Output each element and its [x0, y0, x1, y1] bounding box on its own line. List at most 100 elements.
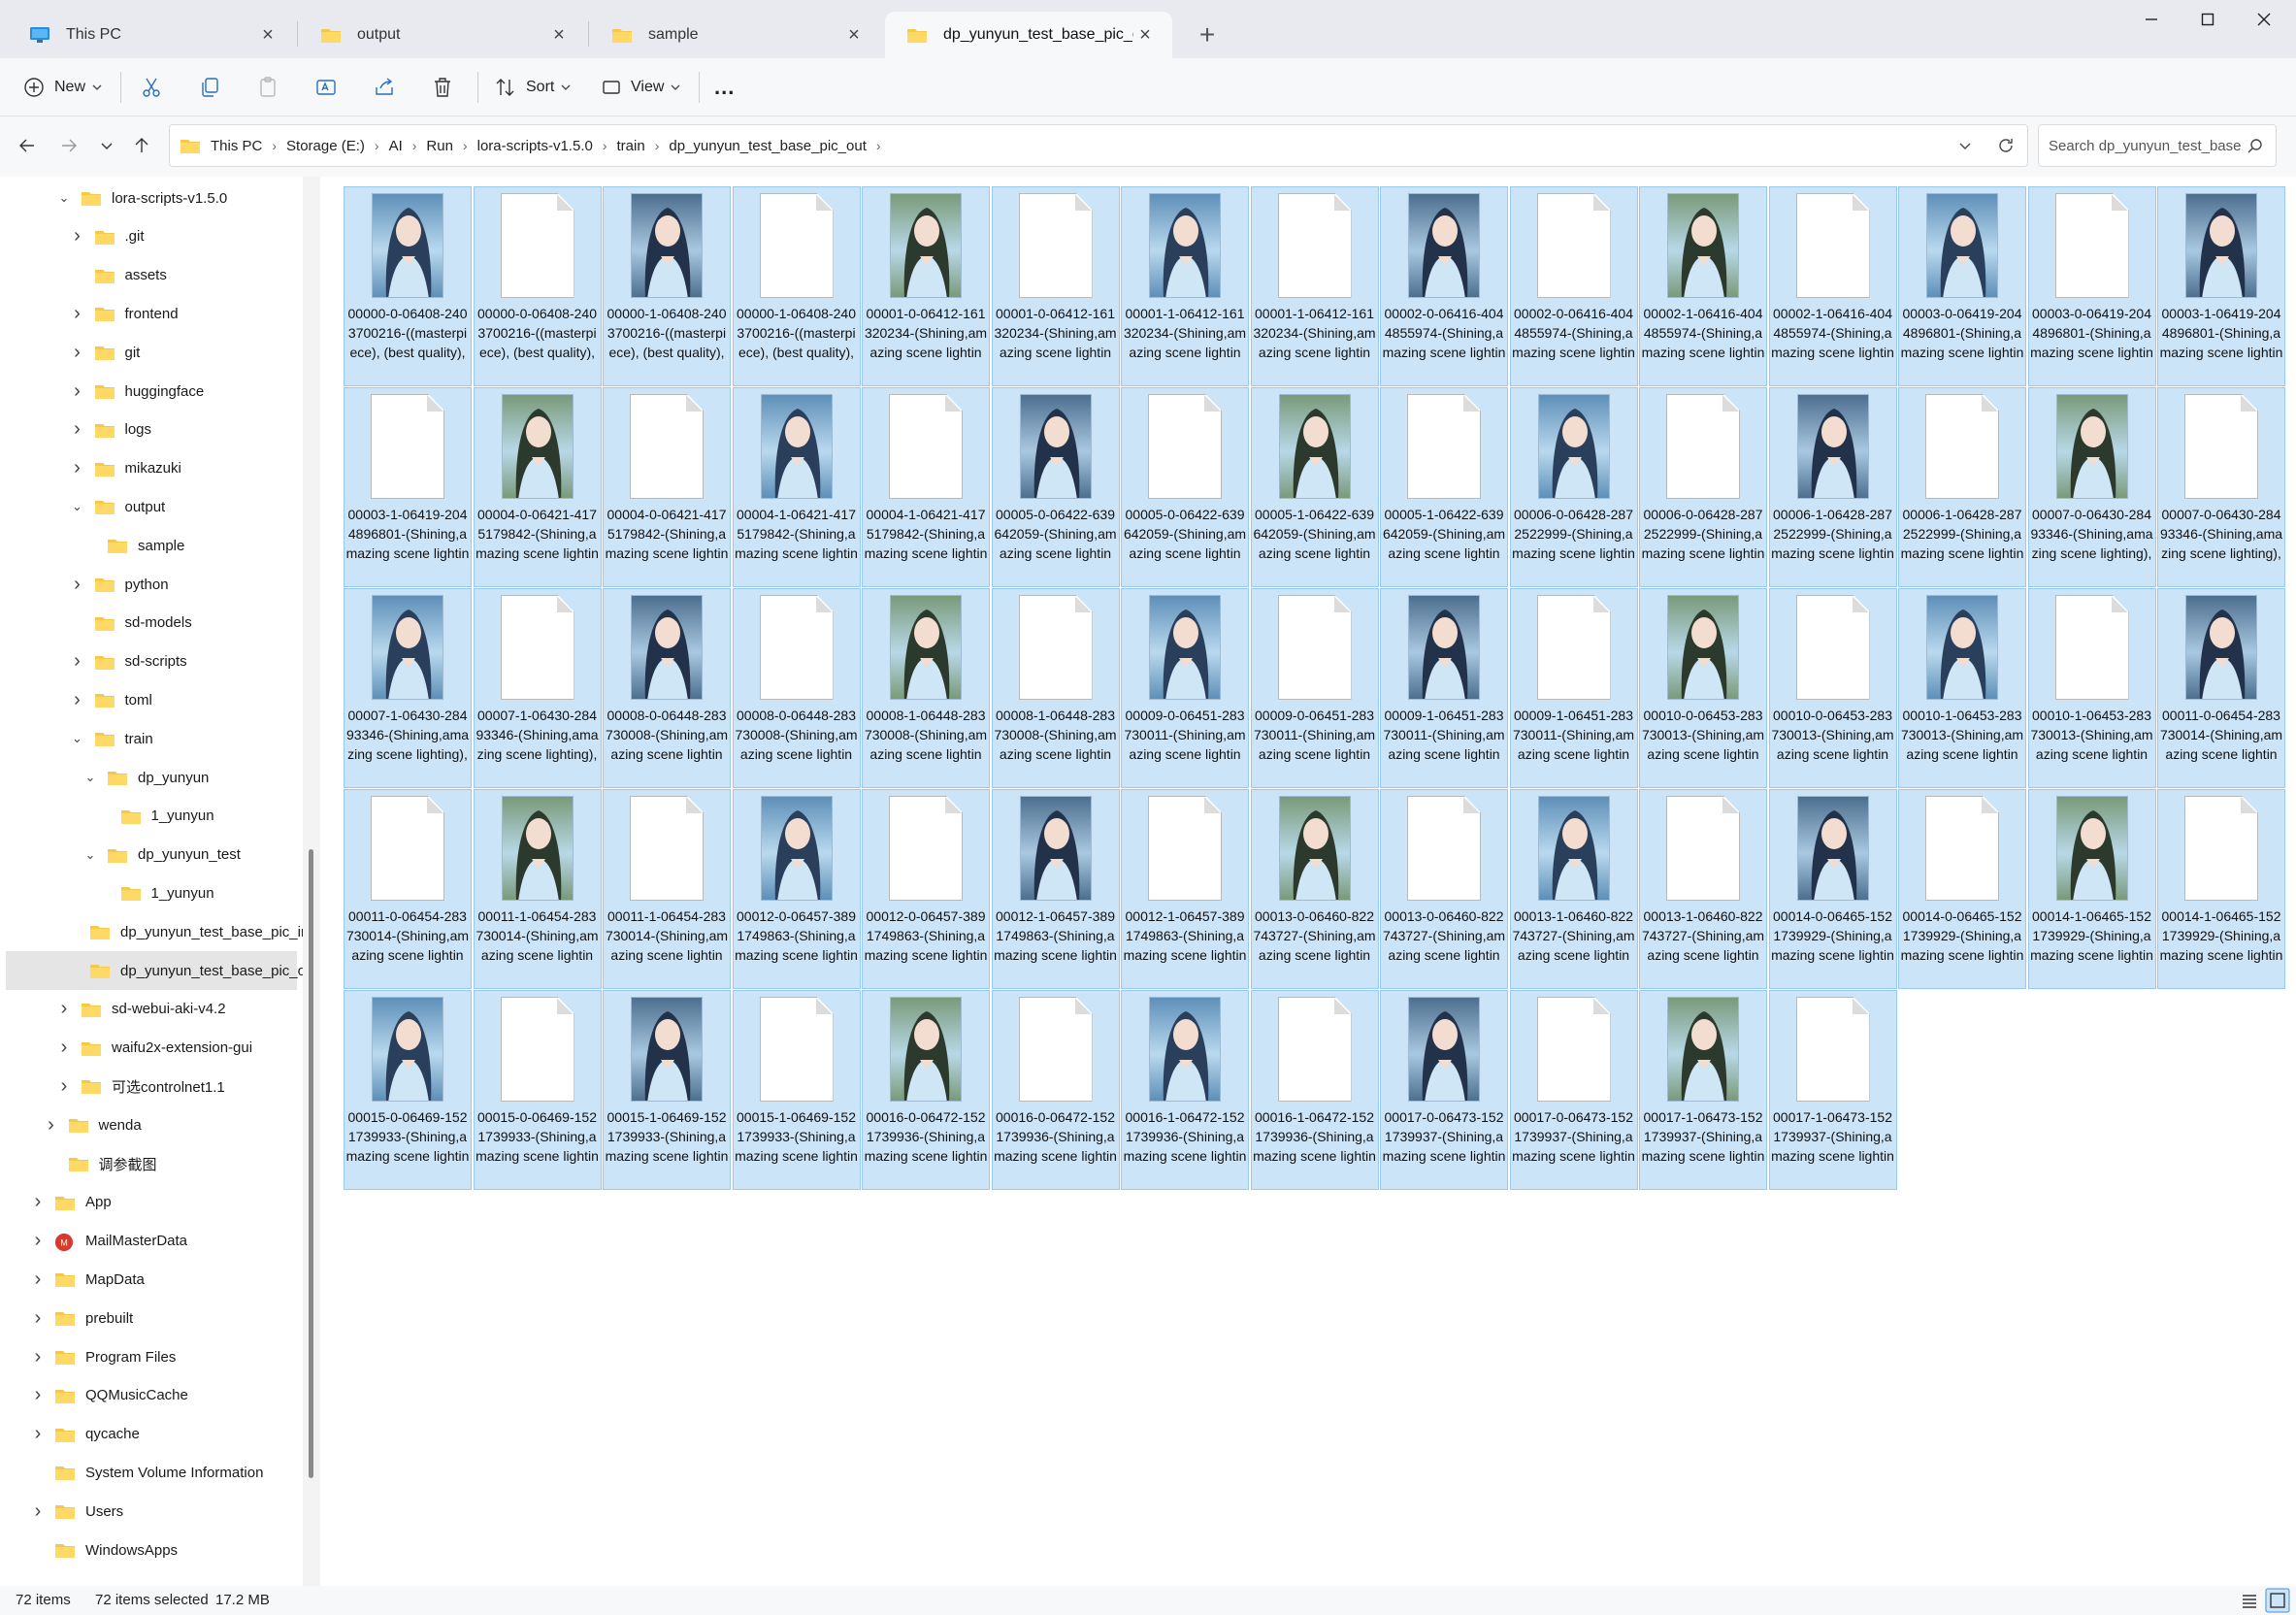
- sidebar-item[interactable]: › toml: [0, 680, 303, 719]
- text-file-item[interactable]: 00006-1-06428-2872522999-(Shining,amazin…: [1898, 387, 2026, 587]
- image-file-item[interactable]: 00006-0-06428-2872522999-(Shining,amazin…: [1509, 387, 1638, 587]
- image-file-item[interactable]: 00005-0-06422-639642059-(Shining,amazing…: [991, 387, 1120, 587]
- breadcrumb-item[interactable]: Storage (E:): [286, 138, 365, 154]
- image-file-item[interactable]: 00008-1-06448-283730008-(Shining,amazing…: [862, 588, 990, 788]
- image-file-item[interactable]: 00001-0-06412-161320234-(Shining,amazing…: [862, 186, 990, 386]
- image-file-item[interactable]: 00016-1-06472-1521739936-(Shining,amazin…: [1121, 990, 1249, 1190]
- breadcrumb-item[interactable]: dp_yunyun_test_base_pic_out: [669, 138, 867, 154]
- chevron-right-icon[interactable]: ›: [55, 1037, 73, 1059]
- breadcrumb-separator-icon[interactable]: ›: [876, 138, 881, 153]
- text-file-item[interactable]: 00013-0-06460-822743727-(Shining,amazing…: [1380, 789, 1508, 989]
- text-file-item[interactable]: 00008-0-06448-283730008-(Shining,amazing…: [732, 588, 861, 788]
- chevron-right-icon[interactable]: ›: [55, 998, 73, 1020]
- sidebar-item[interactable]: › logs: [0, 411, 303, 449]
- chevron-right-icon[interactable]: ›: [69, 380, 86, 403]
- delete-button[interactable]: [431, 68, 454, 107]
- sidebar-item[interactable]: ⌄ dp_yunyun: [0, 758, 303, 797]
- text-file-item[interactable]: 00001-0-06412-161320234-(Shining,amazing…: [991, 186, 1120, 386]
- text-file-item[interactable]: 00000-0-06408-2403700216-((masterpiece),…: [473, 186, 602, 386]
- sidebar-item[interactable]: 调参截图: [0, 1144, 303, 1183]
- chevron-right-icon[interactable]: ›: [29, 1269, 47, 1291]
- tab-close-icon[interactable]: ×: [256, 24, 279, 47]
- image-file-item[interactable]: 00017-0-06473-1521739937-(Shining,amazin…: [1380, 990, 1508, 1190]
- paste-button[interactable]: [256, 68, 279, 107]
- breadcrumb-separator-icon[interactable]: ›: [603, 138, 607, 153]
- chevron-right-icon[interactable]: ›: [29, 1346, 47, 1368]
- image-file-item[interactable]: 00002-1-06416-4044855974-(Shining,amazin…: [1639, 186, 1767, 386]
- sidebar-item[interactable]: System Volume Information: [0, 1453, 303, 1492]
- tab-close-icon[interactable]: ×: [842, 24, 866, 47]
- text-file-item[interactable]: 00010-1-06453-283730013-(Shining,amazing…: [2027, 588, 2156, 788]
- sidebar-item[interactable]: › git: [0, 333, 303, 372]
- image-file-item[interactable]: 00016-0-06472-1521739936-(Shining,amazin…: [862, 990, 990, 1190]
- sidebar-item[interactable]: sd-models: [0, 604, 303, 643]
- image-file-item[interactable]: 00015-1-06469-1521739933-(Shining,amazin…: [603, 990, 731, 1190]
- image-file-item[interactable]: 00010-1-06453-283730013-(Shining,amazing…: [1898, 588, 2026, 788]
- image-file-item[interactable]: 00003-0-06419-2044896801-(Shining,amazin…: [1898, 186, 2026, 386]
- text-file-item[interactable]: 00017-0-06473-1521739937-(Shining,amazin…: [1509, 990, 1638, 1190]
- text-file-item[interactable]: 00012-0-06457-3891749863-(Shining,amazin…: [862, 789, 990, 989]
- tab-output[interactable]: output ×: [299, 12, 586, 58]
- text-file-item[interactable]: 00000-1-06408-2403700216-((masterpiece),…: [732, 186, 861, 386]
- tab-dp-yunyun-test-base-pic-out[interactable]: dp_yunyun_test_base_pic_out ×: [885, 12, 1172, 58]
- text-file-item[interactable]: 00004-0-06421-4175179842-(Shining,amazin…: [603, 387, 731, 587]
- minimize-button[interactable]: [2119, 0, 2183, 39]
- text-file-item[interactable]: 00014-1-06465-1521739929-(Shining,amazin…: [2157, 789, 2285, 989]
- chevron-right-icon[interactable]: ›: [69, 225, 86, 247]
- text-file-item[interactable]: 00002-0-06416-4044855974-(Shining,amazin…: [1509, 186, 1638, 386]
- chevron-down-icon[interactable]: ⌄: [82, 847, 99, 863]
- image-file-item[interactable]: 00012-0-06457-3891749863-(Shining,amazin…: [732, 789, 861, 989]
- chevron-right-icon[interactable]: ›: [29, 1230, 47, 1252]
- text-file-item[interactable]: 00002-1-06416-4044855974-(Shining,amazin…: [1768, 186, 1897, 386]
- chevron-right-icon[interactable]: ›: [69, 457, 86, 479]
- forward-button[interactable]: [55, 132, 82, 159]
- sidebar-item[interactable]: ⌄ train: [0, 719, 303, 758]
- text-file-item[interactable]: 00017-1-06473-1521739937-(Shining,amazin…: [1768, 990, 1897, 1190]
- breadcrumb-separator-icon[interactable]: ›: [412, 138, 417, 153]
- chevron-right-icon[interactable]: ›: [29, 1423, 47, 1445]
- text-file-item[interactable]: 00016-1-06472-1521739936-(Shining,amazin…: [1250, 990, 1379, 1190]
- text-file-item[interactable]: 00007-1-06430-28493346-(Shining,amazing …: [473, 588, 602, 788]
- image-file-item[interactable]: 00010-0-06453-283730013-(Shining,amazing…: [1639, 588, 1767, 788]
- image-file-item[interactable]: 00001-1-06412-161320234-(Shining,amazing…: [1121, 186, 1249, 386]
- image-file-item[interactable]: 00011-0-06454-283730014-(Shining,amazing…: [2157, 588, 2285, 788]
- sidebar-item[interactable]: › mikazuki: [0, 449, 303, 488]
- text-file-item[interactable]: 00004-1-06421-4175179842-(Shining,amazin…: [862, 387, 990, 587]
- breadcrumb-separator-icon[interactable]: ›: [463, 138, 468, 153]
- image-file-item[interactable]: 00015-0-06469-1521739933-(Shining,amazin…: [344, 990, 472, 1190]
- image-file-item[interactable]: 00009-0-06451-283730011-(Shining,amazing…: [1121, 588, 1249, 788]
- sidebar-item[interactable]: › 可选controlnet1.1: [0, 1067, 303, 1105]
- sidebar-item[interactable]: › QQMusicCache: [0, 1376, 303, 1415]
- image-file-item[interactable]: 00006-1-06428-2872522999-(Shining,amazin…: [1768, 387, 1897, 587]
- breadcrumb-item[interactable]: train: [617, 138, 645, 154]
- text-file-item[interactable]: 00009-1-06451-283730011-(Shining,amazing…: [1509, 588, 1638, 788]
- sidebar-item[interactable]: sample: [0, 526, 303, 565]
- text-file-item[interactable]: 00010-0-06453-283730013-(Shining,amazing…: [1768, 588, 1897, 788]
- chevron-right-icon[interactable]: ›: [69, 689, 86, 711]
- up-button[interactable]: [128, 132, 155, 159]
- image-file-item[interactable]: 00000-0-06408-2403700216-((masterpiece),…: [344, 186, 472, 386]
- sidebar-item[interactable]: › sd-scripts: [0, 643, 303, 681]
- sidebar-item[interactable]: ⌄ dp_yunyun_test: [0, 836, 303, 874]
- breadcrumb-item[interactable]: lora-scripts-v1.5.0: [477, 138, 593, 154]
- image-file-item[interactable]: 00014-1-06465-1521739929-(Shining,amazin…: [2027, 789, 2156, 989]
- sidebar-item[interactable]: › waifu2x-extension-gui: [0, 1029, 303, 1068]
- cut-button[interactable]: [140, 68, 163, 107]
- text-file-item[interactable]: 00008-1-06448-283730008-(Shining,amazing…: [991, 588, 1120, 788]
- sidebar-item[interactable]: › Program Files: [0, 1337, 303, 1376]
- image-file-item[interactable]: 00002-0-06416-4044855974-(Shining,amazin…: [1380, 186, 1508, 386]
- address-bar[interactable]: This PC › Storage (E:) › AI › Run › lora-scripts…: [169, 124, 2028, 167]
- chevron-right-icon[interactable]: ›: [69, 574, 86, 596]
- chevron-right-icon[interactable]: ›: [55, 1075, 73, 1098]
- sidebar-item[interactable]: › qycache: [0, 1415, 303, 1454]
- breadcrumb-item[interactable]: AI: [389, 138, 403, 154]
- chevron-right-icon[interactable]: ›: [69, 418, 86, 441]
- chevron-right-icon[interactable]: ›: [29, 1384, 47, 1406]
- sidebar-item[interactable]: ⌄ lora-scripts-v1.5.0: [0, 179, 303, 217]
- text-file-item[interactable]: 00012-1-06457-3891749863-(Shining,amazin…: [1121, 789, 1249, 989]
- text-file-item[interactable]: 00014-0-06465-1521739929-(Shining,amazin…: [1898, 789, 2026, 989]
- breadcrumb-separator-icon[interactable]: ›: [655, 138, 660, 153]
- more-options-button[interactable]: ...: [714, 68, 735, 107]
- text-file-item[interactable]: 00005-1-06422-639642059-(Shining,amazing…: [1380, 387, 1508, 587]
- maximize-button[interactable]: [2176, 0, 2240, 39]
